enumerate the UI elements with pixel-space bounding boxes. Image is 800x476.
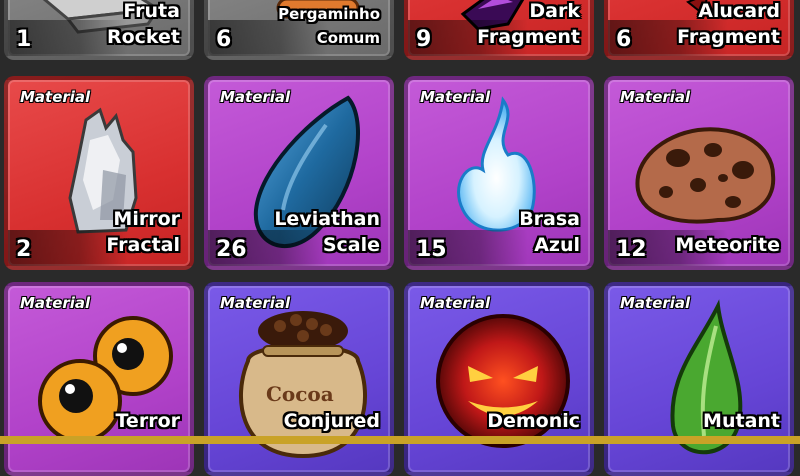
- item-card-alucard-fragment[interactable]: Alucard Fragment 6: [604, 0, 794, 60]
- item-card-mutant[interactable]: Material Mutant: [604, 282, 794, 476]
- item-name: Fruta Rocket: [106, 0, 180, 48]
- item-card-brasa-azul[interactable]: Material Brasa Azul 15: [404, 76, 594, 270]
- item-name: Pergaminho Comum: [278, 5, 380, 47]
- item-count: 6: [616, 27, 632, 52]
- item-card-meteorite[interactable]: Material Meteorite 12: [604, 76, 794, 270]
- item-card-fruta-rocket[interactable]: Fruta Rocket 1: [4, 0, 194, 60]
- item-name: Brasa Azul: [519, 208, 580, 256]
- item-name: Demonic: [487, 410, 580, 432]
- item-name: Mirror Fractal: [106, 208, 180, 256]
- item-tag: Material: [620, 294, 691, 312]
- item-name: Leviathan Scale: [274, 208, 380, 256]
- item-card-terror[interactable]: Material Terror: [4, 282, 194, 476]
- item-tag: Material: [220, 294, 291, 312]
- item-tag: Material: [220, 88, 291, 106]
- item-count: 12: [616, 237, 647, 262]
- item-card-mirror-fractal[interactable]: Material Mirror Fractal 2: [4, 76, 194, 270]
- item-card-pergaminho-comum[interactable]: Pergaminho Comum 6: [204, 0, 394, 60]
- item-tag: Material: [620, 88, 691, 106]
- bottom-bar: [0, 436, 800, 444]
- item-count: 9: [416, 27, 432, 52]
- item-tag: Material: [420, 88, 491, 106]
- item-name: Terror: [115, 410, 181, 432]
- item-tag: Material: [420, 294, 491, 312]
- item-count: 2: [16, 237, 32, 262]
- item-tag: Material: [20, 88, 91, 106]
- demonic-orb-icon: [436, 314, 570, 448]
- eyeballs-icon: [38, 316, 173, 443]
- item-card-leviathan-scale[interactable]: Material Leviathan Scale 26: [204, 76, 394, 270]
- item-card-conjured[interactable]: Material Cocoa Conjured: [204, 282, 394, 476]
- mutant-leaf-icon: [670, 299, 743, 455]
- cocoa-sack-icon: [239, 311, 367, 459]
- item-card-dark-fragment[interactable]: Dark Fragment 9: [404, 0, 594, 60]
- item-count: 6: [216, 27, 232, 52]
- item-count: 1: [16, 27, 32, 52]
- item-name: Meteorite: [675, 234, 780, 256]
- inventory-grid: Fruta Rocket 1 Pergaminho Comum 6 Dark F…: [0, 0, 800, 476]
- item-name: Dark Fragment: [477, 0, 580, 48]
- item-card-demonic[interactable]: Material Demonic: [404, 282, 594, 476]
- sack-label: Cocoa: [266, 382, 334, 406]
- item-name: Mutant: [703, 410, 780, 432]
- item-name: Alucard Fragment: [677, 0, 780, 48]
- item-tag: Material: [20, 294, 91, 312]
- item-name: Conjured: [283, 410, 380, 432]
- item-count: 26: [216, 237, 247, 262]
- item-count: 15: [416, 237, 447, 262]
